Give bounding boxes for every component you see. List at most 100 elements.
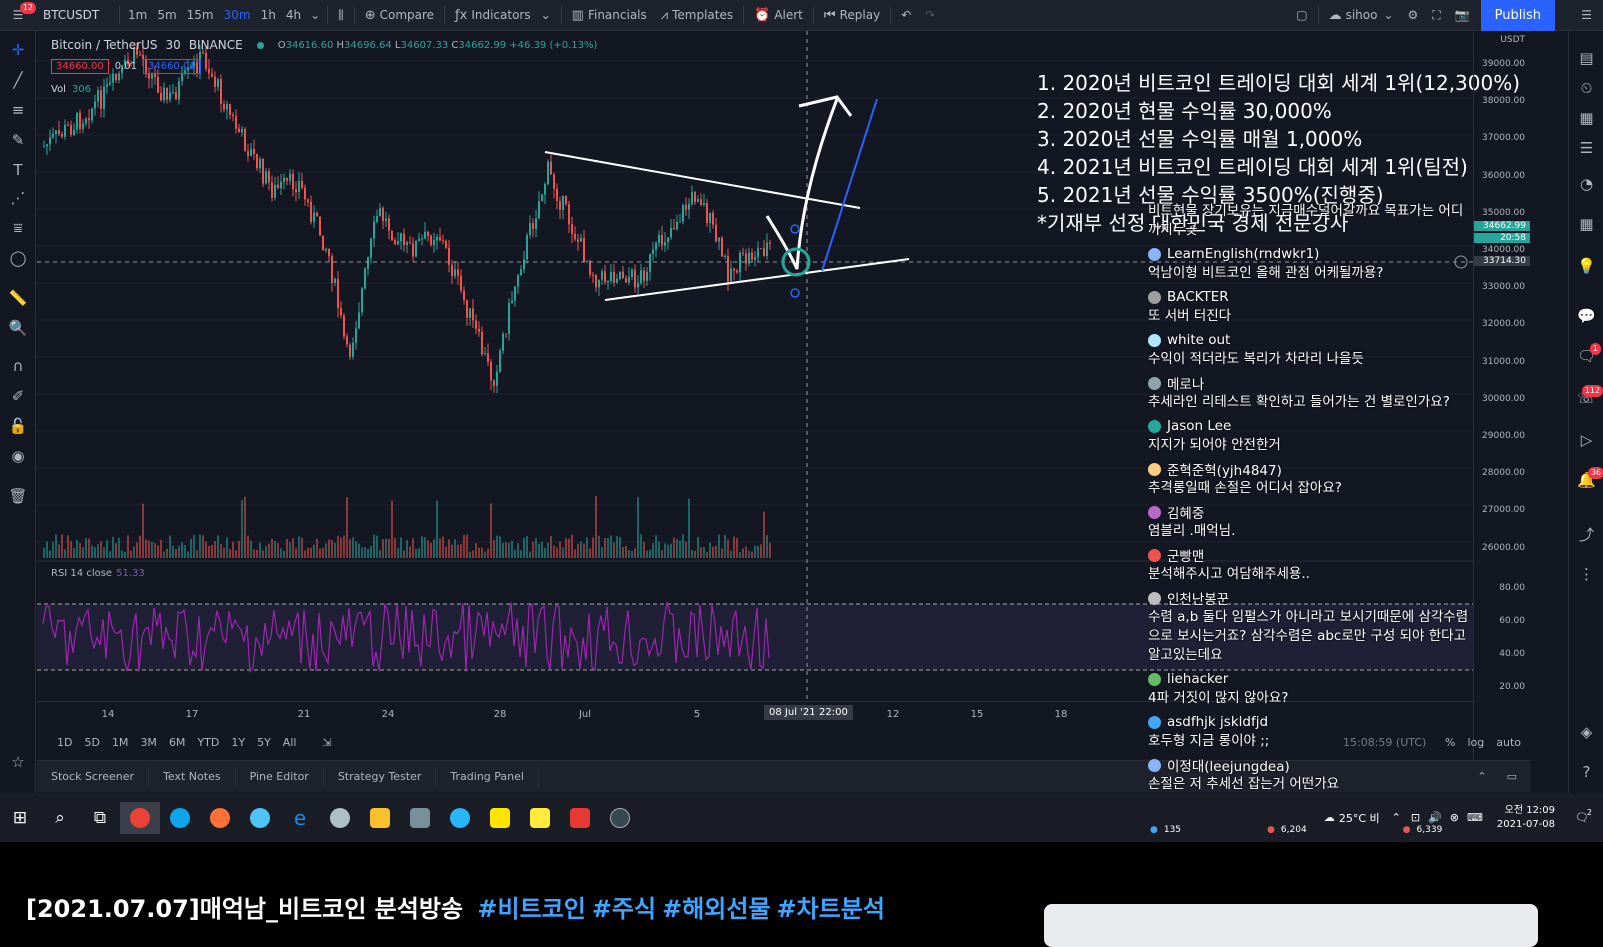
trendline-icon[interactable]: ╱ (0, 67, 36, 93)
calculator-icon[interactable] (400, 802, 440, 834)
lock-icon[interactable]: 🔓 (0, 413, 36, 439)
price-axis[interactable]: USDT 39000.00 38000.00 37000.00 36000.00 350… (1473, 31, 1531, 771)
redo-icon[interactable]: ↷ (918, 0, 942, 31)
panel-tab[interactable]: Pine Editor (236, 766, 324, 787)
app-red-icon[interactable] (560, 802, 600, 834)
interval-30m[interactable]: 30m (219, 0, 256, 31)
network-icon[interactable]: ⊡ (1411, 811, 1420, 824)
interval-15m[interactable]: 15m (182, 0, 219, 31)
calendar-icon[interactable]: ▦ (1569, 211, 1603, 237)
edge-icon[interactable] (160, 802, 200, 834)
brush-icon[interactable]: ✎ (0, 127, 36, 153)
bell-icon[interactable]: 🔔 36 (1569, 467, 1603, 493)
hashtag-link[interactable]: #비트코인 (477, 895, 585, 923)
horizontal-lines-icon[interactable]: ≡ (0, 97, 36, 123)
firefox-icon[interactable] (200, 802, 240, 834)
tray-clock[interactable]: 오전 12:09 2021-07-08 (1497, 804, 1555, 832)
weather-text[interactable]: 25°C 비 (1339, 810, 1380, 826)
goto-date-icon[interactable]: ⇲ (322, 736, 331, 749)
news-icon[interactable]: ☰ (1569, 135, 1603, 161)
sell-button[interactable]: 34660.00 (51, 59, 109, 74)
input-method-icon[interactable]: ⊗ (1450, 811, 1459, 824)
streams-icon[interactable]: ☏ 112 (1569, 385, 1603, 411)
ruler-icon[interactable]: 📏 (0, 285, 36, 311)
range-1m[interactable]: 1M (106, 736, 135, 749)
watchlist-icon[interactable]: ▤ (1569, 45, 1603, 71)
range-ytd[interactable]: YTD (191, 736, 225, 749)
range-5y[interactable]: 5Y (251, 736, 277, 749)
chat-icon[interactable]: 💬 (1569, 303, 1603, 329)
undo-icon[interactable]: ↶ (894, 0, 918, 31)
idea-bulb-icon[interactable]: 💡 (1569, 253, 1603, 279)
video-title[interactable]: [2021.07.07]매억남_비트코인 분석방송 #비트코인 #주식 #해외선물 #… (26, 889, 885, 924)
hashtag-link[interactable]: #해외선물 (662, 895, 770, 923)
layout-icon[interactable]: ▢ (1289, 0, 1314, 31)
action-center-icon[interactable]: 🗨 2 (1575, 808, 1592, 824)
panel-tab[interactable]: Trading Panel (436, 766, 539, 787)
drawing-anchor[interactable] (790, 288, 800, 298)
watchlist-menu-icon[interactable]: ☰ (1574, 0, 1599, 31)
keyboard-icon[interactable]: ⌨ (1467, 811, 1483, 824)
eye-icon[interactable]: ◉ (0, 443, 36, 469)
panel-tab[interactable]: Stock Screener (37, 766, 150, 787)
message-icon[interactable]: 🗨 1 (1569, 343, 1603, 369)
interval-4h[interactable]: 4h (281, 0, 306, 31)
help-icon[interactable]: ? (1569, 759, 1603, 785)
chart-type-icon[interactable]: ⫼ (331, 0, 351, 31)
volume-icon[interactable]: 🔊 (1428, 811, 1442, 824)
symbol-search[interactable]: BTCUSDT (36, 0, 116, 31)
interval-dropdown-icon[interactable]: ⌄ (306, 0, 324, 31)
collapse-panel-icon[interactable]: ⌃ (1477, 770, 1486, 783)
app-cloud-icon[interactable] (320, 802, 360, 834)
text-icon[interactable]: T (0, 157, 36, 183)
auto-toggle[interactable]: auto (1496, 736, 1521, 749)
drawing-anchor[interactable] (790, 224, 800, 234)
trash-icon[interactable]: 🗑 (0, 483, 36, 509)
task-view-icon[interactable]: ⧉ (80, 802, 120, 834)
arrow-drawing[interactable] (765, 98, 839, 270)
buy-button[interactable]: 34660.01 (142, 59, 201, 74)
range-1d[interactable]: 1D (51, 736, 78, 749)
internet-explorer-icon[interactable]: e (280, 802, 320, 834)
range-5d[interactable]: 5D (78, 736, 105, 749)
interval-5m[interactable]: 5m (152, 0, 181, 31)
pattern-icon[interactable]: ⋰ (0, 185, 36, 211)
range-all[interactable]: All (277, 736, 303, 749)
star-icon[interactable]: ☆ (0, 749, 36, 775)
search-icon[interactable]: ⌕ (40, 802, 80, 834)
shapes-icon[interactable]: ◯ (0, 245, 36, 271)
publish-button[interactable]: Publish (1480, 0, 1555, 31)
alerts-clock-icon[interactable]: ⏲ (1569, 75, 1603, 101)
file-explorer-icon[interactable] (360, 802, 400, 834)
templates-button[interactable]: ⩘ Templates (654, 0, 740, 31)
panel-tab[interactable]: Strategy Tester (324, 766, 437, 787)
financials-button[interactable]: ▥ Financials (565, 0, 654, 31)
tray-chevron-icon[interactable]: ⌃ (1392, 811, 1401, 824)
indicators-button[interactable]: ƒx Indicators ⌄ (448, 0, 558, 31)
crosshair-icon[interactable]: ✛ (0, 37, 36, 63)
zoom-icon[interactable]: 🔍 (0, 315, 36, 341)
dom-icon[interactable]: ⋮ (1569, 561, 1603, 587)
menu-icon[interactable]: ☰ 12 (0, 0, 36, 31)
hashtag-link[interactable]: #차트분석 (777, 895, 885, 923)
interval-1h[interactable]: 1h (256, 0, 281, 31)
interval-1m[interactable]: 1m (123, 0, 152, 31)
windows-start-icon[interactable]: ⊞ (0, 802, 40, 834)
app-bird-icon[interactable] (240, 802, 280, 834)
camera-icon[interactable]: 📷 (1448, 0, 1477, 31)
range-3m[interactable]: 3M (134, 736, 163, 749)
play-icon[interactable]: ▷ (1569, 427, 1603, 453)
range-1y[interactable]: 1Y (225, 736, 251, 749)
magnet-icon[interactable]: ∩ (0, 353, 36, 379)
trend-icon[interactable]: ⤴ (1569, 521, 1603, 547)
data-window-icon[interactable]: ▦ (1569, 105, 1603, 131)
sidebar-video-thumbnail[interactable] (1044, 904, 1538, 947)
fullscreen-icon[interactable]: ⛶ (1425, 0, 1447, 31)
hashtag-link[interactable]: #주식 (592, 895, 656, 923)
stay-drawing-icon[interactable]: ✐ (0, 383, 36, 409)
hotlist-icon[interactable]: ◔ (1569, 171, 1603, 197)
layers-icon[interactable]: ◈ (1569, 719, 1603, 745)
sticky-notes-icon[interactable] (520, 802, 560, 834)
user-button[interactable]: ☁ sihoo ⌄ (1322, 0, 1401, 31)
kakaotalk-icon[interactable] (480, 802, 520, 834)
